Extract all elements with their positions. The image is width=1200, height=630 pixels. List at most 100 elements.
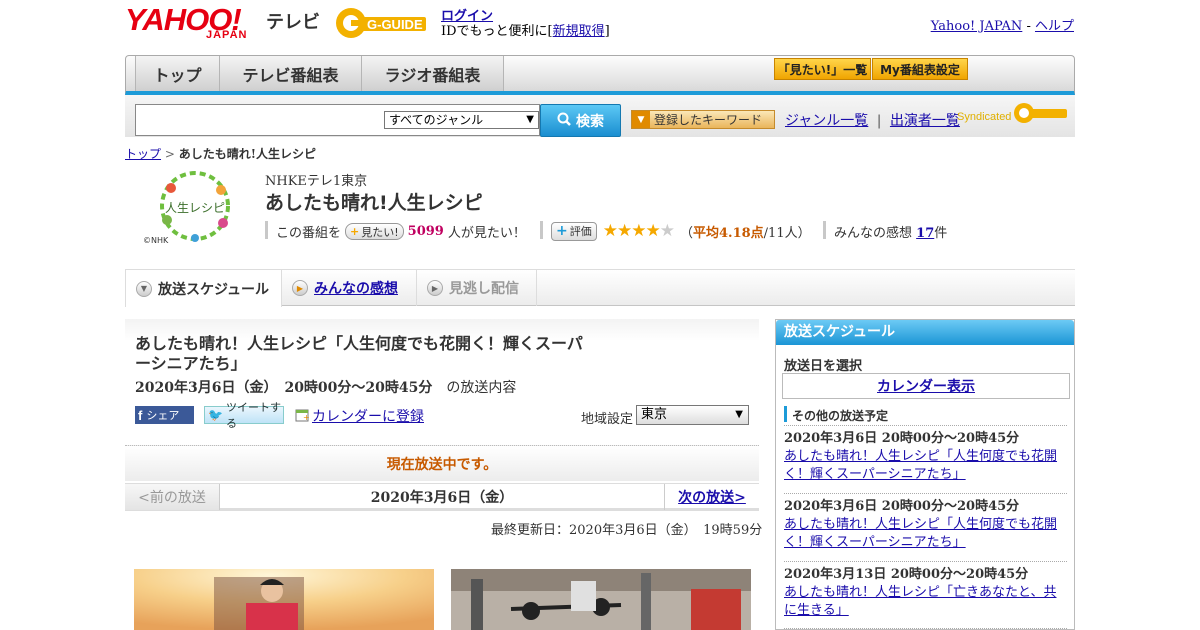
- want-list-button[interactable]: 「見たい!」一覧: [774, 58, 871, 80]
- play-circle-icon: ▶: [427, 280, 443, 296]
- calendar-register-link[interactable]: カレンダーに登録: [312, 406, 424, 426]
- my-schedule-button[interactable]: My番組表設定: [872, 58, 968, 80]
- schedule-item-link[interactable]: あしたも晴れ！人生レシピ「人生何度でも花開く！輝くスーパーシニアたち」: [784, 449, 1057, 482]
- tab-radio-schedule-label: ラジオ番組表: [384, 65, 481, 85]
- arrow-down-icon: ▼: [632, 111, 650, 128]
- rate-button[interactable]: + 評価: [551, 221, 597, 241]
- divider: [265, 221, 268, 239]
- svg-text:+: +: [303, 413, 310, 422]
- tab-schedule-label: 放送スケジュール: [158, 281, 270, 298]
- rate-button-label: 評価: [569, 225, 592, 238]
- calendar-icon: +: [295, 407, 310, 426]
- schedule-item-link[interactable]: あしたも晴れ！人生レシピ「人生何度でも花開く！輝くスーパーシニアたち」: [784, 517, 1057, 550]
- divider: [784, 493, 1067, 494]
- breadcrumb-home[interactable]: トップ: [125, 147, 161, 161]
- help-link[interactable]: ヘルプ: [1035, 19, 1074, 34]
- signup-link[interactable]: 新規取得: [553, 24, 605, 39]
- reviews-suffix: 件: [934, 226, 948, 241]
- program-image: 人生レシピ ©NHK: [143, 168, 243, 248]
- star-empty-icon: ★: [659, 221, 675, 241]
- next-broadcast-link[interactable]: 次の放送>: [678, 487, 746, 507]
- prev-broadcast-button[interactable]: <前の放送: [125, 484, 220, 510]
- facebook-share-button[interactable]: f シェア: [135, 406, 194, 424]
- tab-top[interactable]: トップ: [135, 56, 220, 91]
- calendar-view-link[interactable]: カレンダー表示: [877, 376, 975, 396]
- tab-tv-schedule-label: テレビ番組表: [242, 65, 339, 85]
- breadcrumb-separator: >: [161, 147, 179, 161]
- episode-date: 2020年3月6日（金） 20時00分～20時45分: [135, 380, 433, 396]
- tab-tv-schedule[interactable]: テレビ番組表: [220, 56, 362, 91]
- section-marker: [784, 406, 787, 422]
- search-button-label: 検索: [576, 113, 604, 130]
- episode-date-line: 2020年3月6日（金） 20時00分～20時45分 の放送内容: [135, 377, 516, 397]
- gguide-logo[interactable]: G-GUIDE: [334, 6, 432, 40]
- tab-reviews-label[interactable]: みんなの感想: [314, 278, 398, 298]
- reviews-prefix: みんなの感想: [834, 226, 913, 241]
- program-tabs: ▼ 放送スケジュール ▶ みんなの感想 ▶ 見逃し配信: [125, 269, 1075, 307]
- watch-prefix: この番組を: [276, 226, 342, 241]
- rating-open: （: [679, 225, 693, 241]
- on-air-text: 現在放送中です。: [386, 456, 498, 473]
- reviews-count-row: みんなの感想 17件: [834, 222, 947, 241]
- other-schedule-label: その他の放送予定: [792, 409, 889, 423]
- region-label: 地域設定: [581, 412, 634, 427]
- star-rating: ★★★★★: [603, 221, 675, 241]
- performer-list-link[interactable]: 出演者一覧: [890, 113, 960, 129]
- channel-name: NHKEテレ1東京: [265, 174, 368, 189]
- tab-top-label: トップ: [153, 65, 202, 85]
- divider: [784, 561, 1067, 562]
- calendar-view-button[interactable]: カレンダー表示: [782, 373, 1070, 399]
- tab-schedule[interactable]: ▼ 放送スケジュール: [125, 270, 282, 307]
- search-button[interactable]: 検索: [540, 104, 621, 137]
- last-updated: 最終更新日：2020年3月6日（金） 19時59分: [491, 523, 763, 538]
- divider: [784, 425, 1067, 426]
- program-image-title: 人生レシピ: [165, 201, 225, 215]
- tab-catchup-label: 見逃し配信: [449, 281, 519, 297]
- region-select-value: 東京: [641, 407, 668, 422]
- prev-broadcast-label: <前の放送: [138, 490, 206, 506]
- episode-photo-1: [134, 569, 434, 630]
- keyword-button[interactable]: ▼ 登録したキーワード: [631, 110, 775, 129]
- tweet-label: ツイートする: [225, 401, 281, 430]
- schedule-item-date: 2020年3月6日 20時00分～20時45分: [784, 431, 1020, 446]
- episode-photo-2: [451, 569, 751, 630]
- genre-select[interactable]: すべてのジャンル ▼: [384, 111, 539, 129]
- divider: [540, 221, 543, 239]
- want-suffix: 人が見たい！: [447, 226, 526, 241]
- calendar-register[interactable]: + カレンダーに登録: [295, 406, 424, 426]
- rating-average: 平均4.18点: [693, 225, 764, 241]
- on-air-notice: 現在放送中です。: [125, 445, 759, 481]
- chevron-down-icon: ▼: [136, 280, 152, 297]
- rating-count: /11人）: [763, 225, 811, 241]
- want-list-label: 「見たい!」一覧: [777, 62, 868, 77]
- tab-reviews[interactable]: ▶ みんなの感想: [282, 270, 417, 306]
- region-select[interactable]: 東京 ▼: [636, 405, 749, 425]
- genre-list-link[interactable]: ジャンル一覧: [785, 113, 868, 129]
- watch-row: この番組を + 見たい! 5099 人が見たい！: [276, 222, 526, 241]
- breadcrumb-current: あしたも晴れ!人生レシピ: [178, 147, 316, 161]
- want-button[interactable]: + 見たい!: [345, 223, 404, 240]
- facebook-share-label: シェア: [146, 409, 180, 422]
- service-name[interactable]: テレビ: [266, 8, 320, 34]
- schedule-item-link[interactable]: あしたも晴れ！人生レシピ「亡きあなたと、共に生きる」: [784, 585, 1056, 618]
- top-links: Yahoo! JAPAN - ヘルプ: [931, 15, 1074, 34]
- top-links-separator: -: [1022, 19, 1035, 34]
- star-icon: ★: [631, 221, 646, 241]
- schedule-item-date: 2020年3月6日 20時00分～20時45分: [784, 499, 1020, 514]
- yahoo-japan-link[interactable]: Yahoo! JAPAN: [931, 19, 1023, 34]
- main-nav: トップ テレビ番組表 ラジオ番組表 「見たい!」一覧 My番組表設定: [125, 55, 1075, 95]
- reviews-count-link[interactable]: 17: [916, 226, 934, 241]
- schedule-item: 2020年3月6日 20時00分～20時45分 あしたも晴れ！人生レシピ「人生何…: [784, 498, 1067, 552]
- current-broadcast-date-text: 2020年3月6日（金）: [370, 490, 514, 506]
- divider: [823, 221, 826, 239]
- program-title: あしたも晴れ!人生レシピ: [265, 192, 483, 214]
- tab-radio-schedule[interactable]: ラジオ番組表: [362, 56, 504, 91]
- tweet-button[interactable]: 🐦 ツイートする: [204, 401, 284, 430]
- select-date-label: 放送日を選択: [784, 359, 863, 374]
- schedule-item-date: 2020年3月13日 20時00分～20時45分: [784, 567, 1029, 582]
- sidebar-heading-text: 放送スケジュール: [784, 324, 896, 340]
- my-schedule-label: My番組表設定: [880, 62, 960, 77]
- schedule-item: 2020年3月6日 20時00分～20時45分 あしたも晴れ！人生レシピ「人生何…: [784, 430, 1067, 484]
- tab-catchup[interactable]: ▶ 見逃し配信: [417, 270, 537, 306]
- next-broadcast-button[interactable]: 次の放送>: [664, 484, 759, 510]
